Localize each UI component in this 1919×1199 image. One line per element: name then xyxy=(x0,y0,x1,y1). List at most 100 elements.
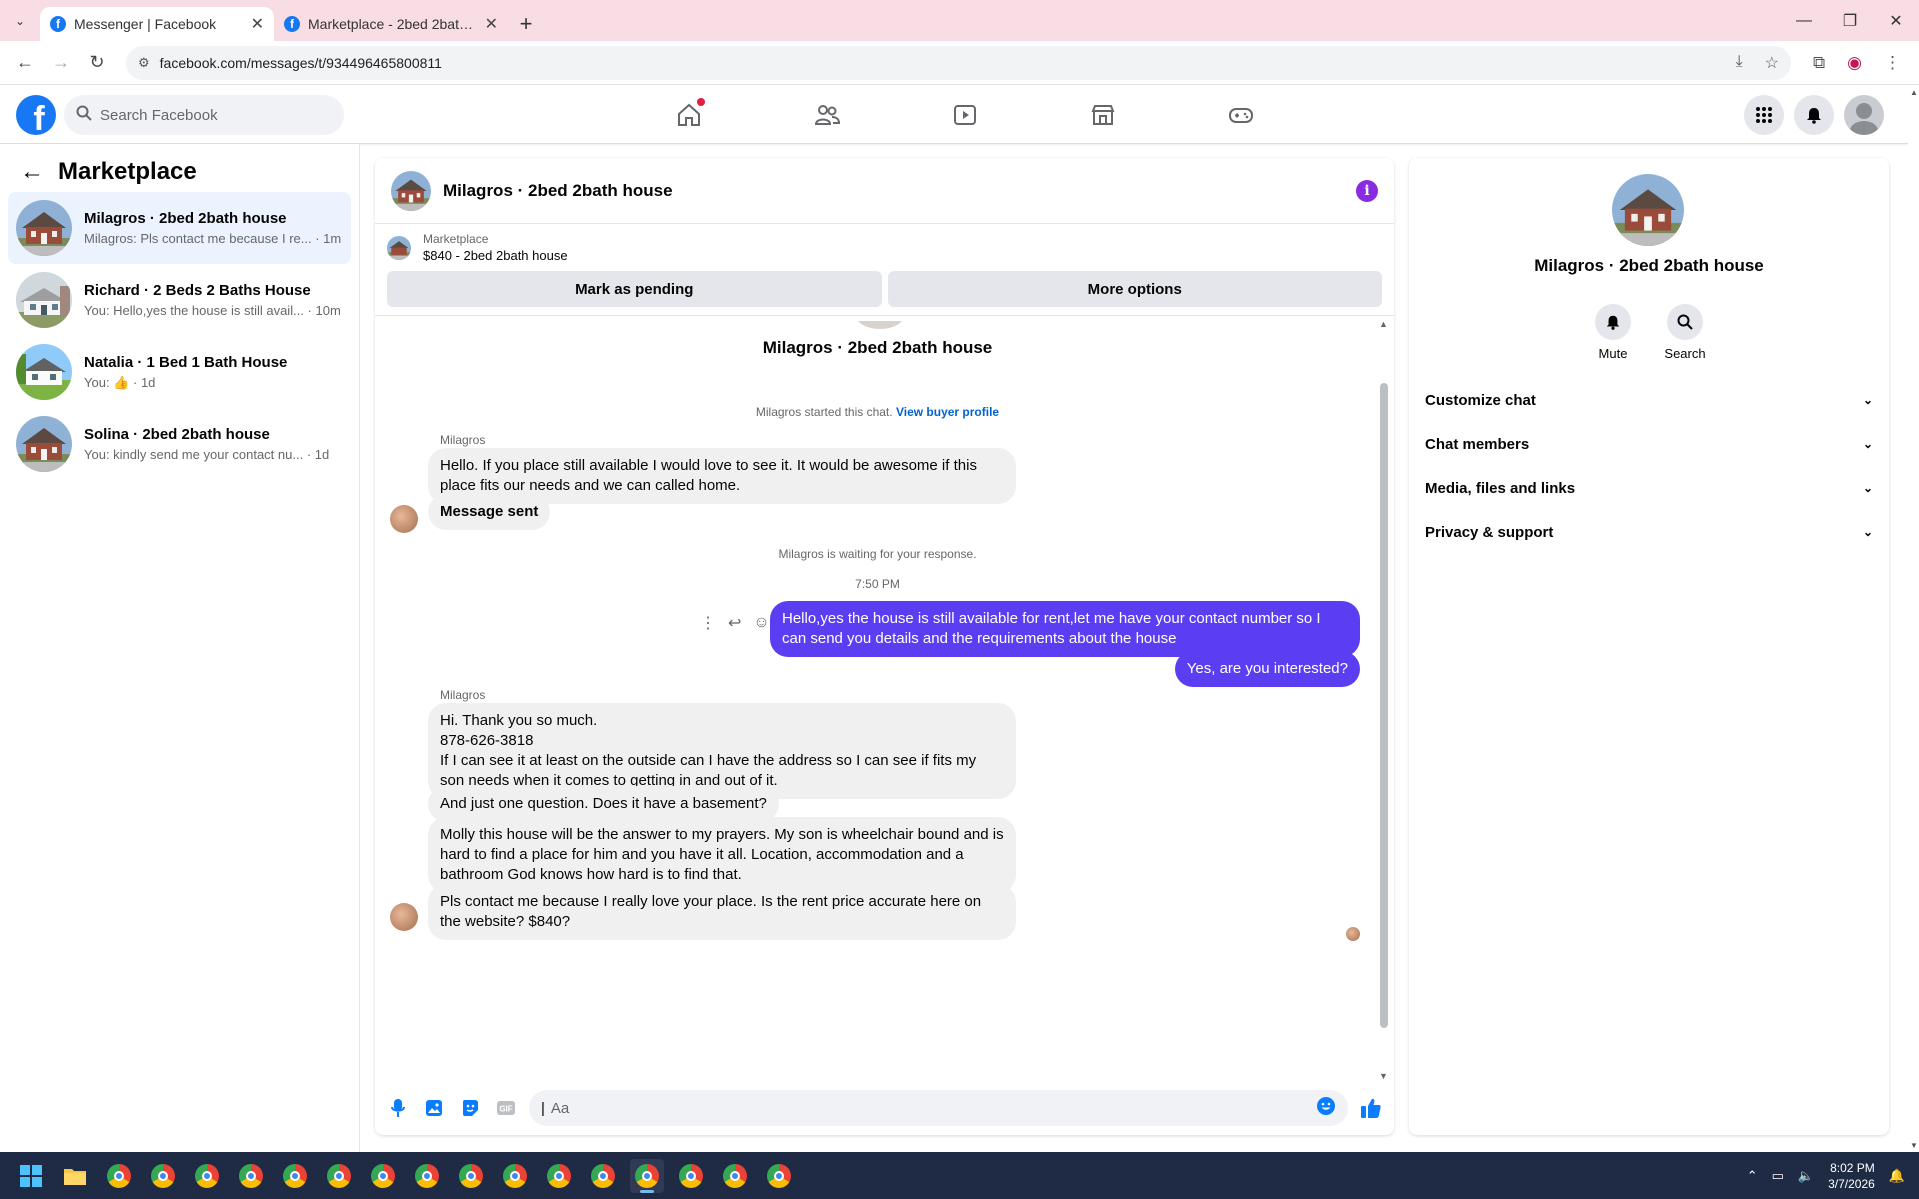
message-bubble-incoming[interactable]: Message sent xyxy=(428,494,551,530)
home-icon[interactable] xyxy=(620,86,758,144)
conversation-item[interactable]: Milagros · 2bed 2bath house Milagros: Pl… xyxy=(8,192,351,264)
new-tab-button[interactable]: + xyxy=(508,7,544,41)
chrome-icon[interactable] xyxy=(586,1159,620,1193)
page-scroll-up-icon[interactable]: ▲ xyxy=(1910,88,1918,97)
privacy-support-section[interactable]: Privacy & support ⌄ xyxy=(1425,510,1873,554)
listing-thumbnail xyxy=(16,344,72,400)
close-window-icon[interactable]: ✕ xyxy=(1873,0,1919,41)
more-actions-icon[interactable]: ⋮ xyxy=(700,613,716,633)
tray-overflow-chevron-icon[interactable]: ⌃ xyxy=(1747,1168,1758,1184)
conversation-preview: You: kindly send me your contact nu... xyxy=(84,447,304,462)
back-icon[interactable]: ← xyxy=(10,48,40,78)
chrome-icon[interactable] xyxy=(718,1159,752,1193)
message-bubble-incoming[interactable]: Hi. Thank you so much. 878-626-3818 If I… xyxy=(428,703,1016,799)
react-emoji-icon[interactable]: ☺ xyxy=(753,614,769,632)
chat-title[interactable]: Milagros · 2bed 2bath house xyxy=(443,181,673,201)
scroll-up-arrow-icon[interactable]: ▲ xyxy=(1379,319,1388,329)
restore-icon[interactable]: ❐ xyxy=(1827,0,1873,41)
chrome-icon[interactable] xyxy=(410,1159,444,1193)
address-bar[interactable]: ⚙ facebook.com/messages/t/93449646580081… xyxy=(126,45,1792,80)
chat-listing-avatar[interactable] xyxy=(391,170,431,211)
message-bubble-outgoing[interactable]: Yes, are you interested? xyxy=(1174,651,1360,687)
bookmark-star-icon[interactable]: ☆ xyxy=(1765,53,1779,73)
install-app-icon[interactable]: ⤓ xyxy=(1736,53,1743,73)
close-tab-icon[interactable]: ✕ xyxy=(485,14,498,34)
media-files-links-section[interactable]: Media, files and links ⌄ xyxy=(1425,466,1873,510)
close-tab-icon[interactable]: ✕ xyxy=(251,14,264,34)
chrome-icon[interactable] xyxy=(234,1159,268,1193)
chrome-icon[interactable] xyxy=(322,1159,356,1193)
conversation-item[interactable]: Solina · 2bed 2bath house You: kindly se… xyxy=(8,408,351,480)
conversation-info-icon[interactable]: i xyxy=(1356,179,1378,202)
windows-start-icon[interactable] xyxy=(14,1159,48,1193)
gaming-icon[interactable] xyxy=(1172,86,1310,144)
gif-icon[interactable]: GIF xyxy=(493,1095,519,1121)
facebook-logo-icon[interactable]: f xyxy=(16,95,56,135)
message-bubble-incoming[interactable]: Pls contact me because I really love you… xyxy=(428,884,1016,940)
chrome-icon[interactable] xyxy=(102,1159,136,1193)
notifications-bell-icon[interactable] xyxy=(1794,95,1834,135)
thread-scrollbar[interactable]: ▲ ▼ xyxy=(1379,319,1388,1081)
browser-tab-messenger[interactable]: f Messenger | Facebook ✕ xyxy=(40,7,274,41)
chrome-icon[interactable] xyxy=(366,1159,400,1193)
volume-icon[interactable]: 🔈 xyxy=(1798,1168,1814,1184)
page-scrollbar[interactable]: ▲ ▼ xyxy=(1908,86,1919,1152)
message-thread[interactable]: Milagros · 2bed 2bath house Milagros sta… xyxy=(375,321,1380,1081)
chrome-icon-active[interactable] xyxy=(630,1158,664,1193)
message-bubble-outgoing[interactable]: Hello,yes the house is still available f… xyxy=(770,601,1360,657)
marketplace-icon[interactable] xyxy=(1034,86,1172,144)
mute-button[interactable]: Mute xyxy=(1595,304,1631,361)
forward-icon[interactable]: → xyxy=(46,48,76,78)
chrome-icon[interactable] xyxy=(190,1159,224,1193)
sticker-icon[interactable] xyxy=(457,1095,483,1121)
browser-menu-icon[interactable]: ⋮ xyxy=(1884,53,1901,73)
friends-icon[interactable] xyxy=(758,86,896,144)
account-avatar[interactable] xyxy=(1844,95,1884,135)
chat-members-section[interactable]: Chat members ⌄ xyxy=(1425,422,1873,466)
notification-bell-icon[interactable]: 🔔 xyxy=(1889,1168,1905,1184)
chrome-icon[interactable] xyxy=(542,1159,576,1193)
facebook-search-input[interactable]: Search Facebook xyxy=(64,95,344,135)
browser-tab-marketplace[interactable]: f Marketplace - 2bed 2bath hous ✕ xyxy=(274,7,508,41)
chrome-icon[interactable] xyxy=(146,1159,180,1193)
message-bubble-incoming[interactable]: Molly this house will be the answer to m… xyxy=(428,817,1016,893)
file-explorer-icon[interactable] xyxy=(58,1159,92,1193)
thumbs-up-send-icon[interactable] xyxy=(1358,1095,1384,1121)
view-buyer-profile-link[interactable]: View buyer profile xyxy=(896,405,999,419)
scrollbar-thumb[interactable] xyxy=(1380,383,1388,1028)
reload-icon[interactable]: ↻ xyxy=(82,48,112,78)
chrome-icon[interactable] xyxy=(674,1159,708,1193)
chrome-icon[interactable] xyxy=(454,1159,488,1193)
sender-avatar[interactable] xyxy=(390,903,418,931)
message-input[interactable]: | Aa xyxy=(529,1090,1348,1126)
reply-icon[interactable]: ↩ xyxy=(728,613,741,633)
taskbar-clock[interactable]: 8:02 PM 3/7/2026 xyxy=(1828,1160,1875,1192)
conversation-item[interactable]: Natalia · 1 Bed 1 Bath House You: 👍 · 1d xyxy=(8,336,351,408)
customize-chat-section[interactable]: Customize chat ⌄ xyxy=(1425,378,1873,422)
listing-info[interactable]: Marketplace $840 - 2bed 2bath house xyxy=(375,224,1394,267)
more-options-button[interactable]: More options xyxy=(887,271,1382,307)
tab-search-chevron-icon[interactable]: ⌄ xyxy=(0,0,40,41)
chrome-icon[interactable] xyxy=(498,1159,532,1193)
chrome-icon[interactable] xyxy=(762,1159,796,1193)
minimize-icon[interactable]: — xyxy=(1781,0,1827,41)
network-icon[interactable]: ▭ xyxy=(1772,1168,1784,1184)
menu-grid-icon[interactable] xyxy=(1744,95,1784,135)
profile-icon[interactable]: ◉ xyxy=(1847,53,1862,73)
emoji-picker-icon[interactable] xyxy=(1316,1096,1336,1121)
conversation-item[interactable]: Richard · 2 Beds 2 Baths House You: Hell… xyxy=(8,264,351,336)
back-arrow-icon[interactable]: ← xyxy=(20,158,44,186)
page-scroll-down-icon[interactable]: ▼ xyxy=(1910,1141,1918,1150)
photo-attach-icon[interactable] xyxy=(421,1095,447,1121)
sender-avatar[interactable] xyxy=(390,505,418,533)
extensions-icon[interactable]: ⧉ xyxy=(1813,53,1825,73)
mark-as-pending-button[interactable]: Mark as pending xyxy=(387,271,882,307)
search-icon xyxy=(1667,304,1703,340)
site-info-icon[interactable]: ⚙ xyxy=(138,55,150,71)
microphone-icon[interactable] xyxy=(385,1095,411,1121)
search-in-conversation-button[interactable]: Search xyxy=(1664,304,1706,361)
video-icon[interactable] xyxy=(896,86,1034,144)
windows-taskbar: ⌃ ▭ 🔈 8:02 PM 3/7/2026 🔔 xyxy=(0,1152,1919,1199)
scroll-down-arrow-icon[interactable]: ▼ xyxy=(1379,1071,1388,1081)
chrome-icon[interactable] xyxy=(278,1159,312,1193)
